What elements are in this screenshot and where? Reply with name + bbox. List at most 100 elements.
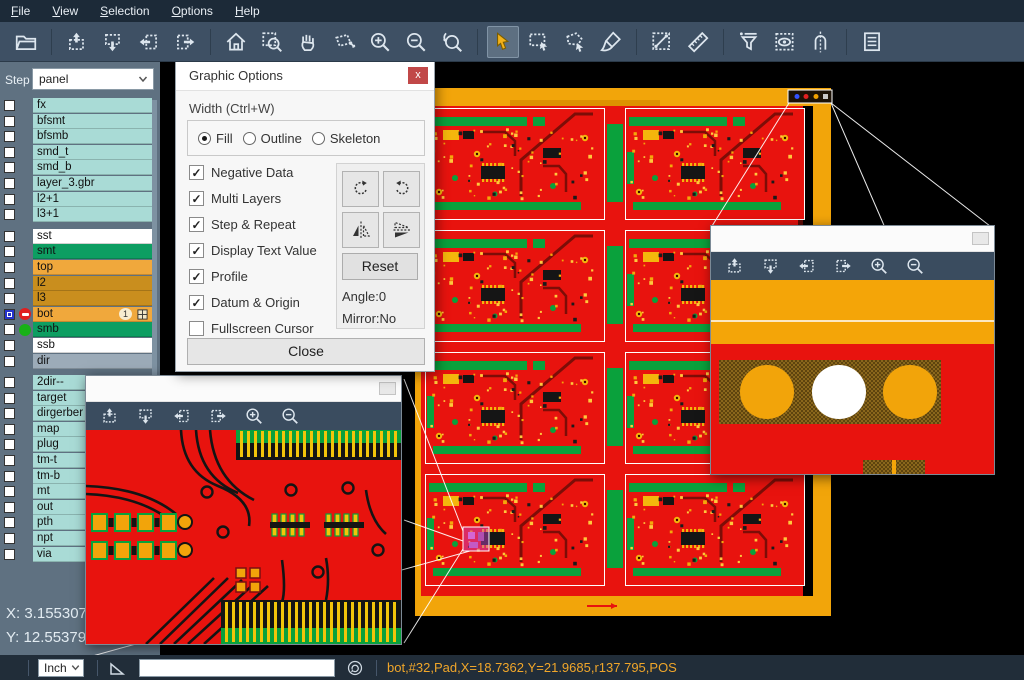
zoom-out-button[interactable] <box>902 254 928 278</box>
checkbox-multi-layers[interactable]: ✓Multi Layers <box>189 191 281 206</box>
layer-row-smd_t[interactable]: smd_t <box>0 145 160 161</box>
menu-file[interactable]: File <box>0 0 41 22</box>
home-view-button[interactable] <box>220 26 252 58</box>
rotate-cw-button[interactable] <box>342 171 379 207</box>
close-icon[interactable]: x <box>408 67 428 84</box>
rotate-ccw-button[interactable] <box>383 171 420 207</box>
layer-checkbox[interactable] <box>4 455 15 466</box>
radio-fill[interactable]: Fill <box>198 131 233 146</box>
command-input[interactable] <box>139 659 335 677</box>
layer-checkbox[interactable] <box>4 408 15 419</box>
layer-label[interactable]: l2+1 <box>33 192 152 207</box>
pcb-board[interactable] <box>626 109 805 220</box>
reset-button[interactable]: Reset <box>342 253 418 280</box>
pan-up-button[interactable] <box>97 404 123 428</box>
magnifier-content[interactable] <box>86 430 401 644</box>
layer-label[interactable]: l3+1 <box>33 207 152 222</box>
pan-hand-button[interactable] <box>292 26 324 58</box>
checkbox-display-text-value[interactable]: ✓Display Text Value <box>189 243 317 258</box>
close-button[interactable]: Close <box>187 338 425 365</box>
pan-right-button[interactable] <box>205 404 231 428</box>
layer-checkbox[interactable] <box>4 393 15 404</box>
layer-checkbox[interactable] <box>4 549 15 560</box>
checkbox-profile[interactable]: ✓Profile <box>189 269 248 284</box>
pan-right-button[interactable] <box>830 254 856 278</box>
layer-checkbox[interactable] <box>4 178 15 189</box>
zoom-out-button[interactable] <box>277 404 303 428</box>
menu-help[interactable]: Help <box>224 0 271 22</box>
layer-label[interactable]: top <box>33 260 152 275</box>
layer-checkbox[interactable] <box>4 194 15 205</box>
layer-label[interactable]: l2 <box>33 276 152 291</box>
layer-row-bot[interactable]: bot1 <box>0 307 160 323</box>
menu-view[interactable]: View <box>41 0 89 22</box>
pan-left-button[interactable] <box>169 404 195 428</box>
layer-label[interactable]: layer_3.gbr <box>33 176 152 191</box>
layer-row-smd_b[interactable]: smd_b <box>0 160 160 176</box>
select-rect-button[interactable] <box>523 26 555 58</box>
measure-point-button[interactable] <box>646 26 678 58</box>
layer-checkbox[interactable] <box>4 471 15 482</box>
unit-dropdown[interactable]: Inch <box>38 659 84 677</box>
layer-checkbox[interactable] <box>4 131 15 142</box>
layer-checkbox[interactable] <box>4 502 15 513</box>
zoom-in-button[interactable] <box>364 26 396 58</box>
layer-label[interactable]: bfsmt <box>33 114 152 129</box>
window-button[interactable] <box>972 232 989 245</box>
layer-checkbox[interactable] <box>4 100 15 111</box>
layer-checkbox[interactable] <box>4 116 15 127</box>
layer-checkbox[interactable] <box>4 209 15 220</box>
checkbox-negative-data[interactable]: ✓Negative Data <box>189 165 293 180</box>
layer-checkbox[interactable] <box>4 439 15 450</box>
filter-button[interactable] <box>733 26 765 58</box>
layer-checkbox[interactable] <box>4 486 15 497</box>
radio-outline[interactable]: Outline <box>243 131 302 146</box>
checkbox-datum-origin[interactable]: ✓Datum & Origin <box>189 295 300 310</box>
layer-checkbox[interactable] <box>4 324 15 335</box>
measure-ruler-button[interactable] <box>682 26 714 58</box>
layer-row-ssb[interactable]: ssb <box>0 338 160 354</box>
angle-mode-icon[interactable] <box>107 658 127 678</box>
layer-label[interactable]: fx <box>33 98 152 113</box>
view-area-button[interactable] <box>769 26 801 58</box>
layer-row-fx[interactable]: fx <box>0 98 160 114</box>
layer-checkbox[interactable] <box>4 340 15 351</box>
zoom-previous-button[interactable] <box>436 26 468 58</box>
layer-label[interactable]: l3 <box>33 291 152 306</box>
refresh-icon[interactable] <box>346 659 364 677</box>
layer-checkbox[interactable] <box>4 356 15 367</box>
pcb-board[interactable] <box>426 109 605 220</box>
pan-up-button[interactable] <box>722 254 748 278</box>
layer-checkbox[interactable] <box>4 377 15 388</box>
layer-row-l3+1[interactable]: l3+1 <box>0 207 160 223</box>
layer-label[interactable]: bfsmb <box>33 129 152 144</box>
layer-checkbox[interactable] <box>4 278 15 289</box>
pcb-board[interactable] <box>426 475 605 586</box>
layer-checkbox[interactable] <box>4 147 15 158</box>
layer-checkbox[interactable] <box>4 162 15 173</box>
radio-skeleton[interactable]: Skeleton <box>312 131 381 146</box>
layer-label[interactable]: bot1 <box>33 307 152 322</box>
menu-selection[interactable]: Selection <box>89 0 160 22</box>
step-dropdown[interactable]: panel <box>32 68 154 90</box>
magnifier-window-detail[interactable] <box>85 375 402 645</box>
layer-row-layer_3.gbr[interactable]: layer_3.gbr <box>0 176 160 192</box>
pcb-board[interactable] <box>626 475 805 586</box>
pan-up-button[interactable] <box>61 26 93 58</box>
pan-down-button[interactable] <box>758 254 784 278</box>
open-file-button[interactable] <box>10 26 42 58</box>
layer-row-sst[interactable]: sst <box>0 229 160 245</box>
select-poly-button[interactable] <box>559 26 591 58</box>
layer-checkbox[interactable] <box>4 309 15 320</box>
layer-label[interactable]: sst <box>33 229 152 244</box>
pcb-board[interactable] <box>426 231 605 342</box>
layer-row-l3[interactable]: l3 <box>0 291 160 307</box>
window-button[interactable] <box>379 382 396 395</box>
magnifier-titlebar[interactable] <box>711 226 994 252</box>
pan-left-button[interactable] <box>794 254 820 278</box>
pan-left-button[interactable] <box>133 26 165 58</box>
layer-row-bfsmb[interactable]: bfsmb <box>0 129 160 145</box>
magnifier-content[interactable] <box>711 280 994 474</box>
layer-checkbox[interactable] <box>4 293 15 304</box>
dialog-titlebar[interactable]: Graphic Options x <box>176 61 434 91</box>
